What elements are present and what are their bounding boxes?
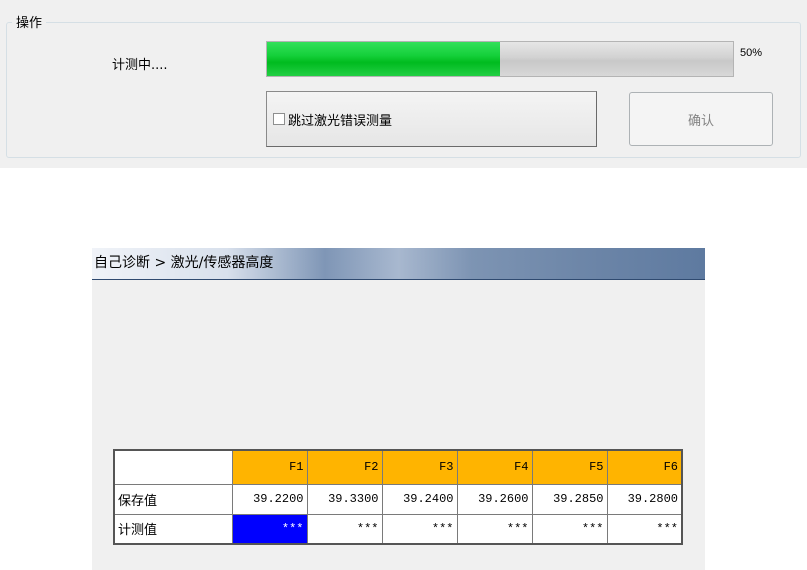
table-row: 计测值 *** *** *** *** *** *** (113, 513, 683, 545)
table-cell[interactable]: *** (606, 513, 683, 545)
table-row: 保存值 39.2200 39.3300 39.2400 39.2600 39.2… (113, 483, 683, 515)
column-header-f1[interactable]: F1 (231, 449, 308, 485)
table-cell[interactable]: *** (306, 513, 383, 545)
column-header-f2[interactable]: F2 (306, 449, 383, 485)
column-header-f4[interactable]: F4 (456, 449, 533, 485)
measurement-progress-bar (266, 41, 734, 77)
column-header-f5[interactable]: F5 (531, 449, 608, 485)
confirm-button[interactable]: 确认 (629, 92, 773, 146)
table-header-row: F1 F2 F3 F4 F5 F6 (113, 449, 683, 485)
column-header-f3[interactable]: F3 (381, 449, 458, 485)
table-cell[interactable]: *** (381, 513, 458, 545)
operation-group-title: 操作 (12, 12, 47, 31)
table-cell[interactable]: 39.2400 (381, 483, 458, 515)
table-cell[interactable]: *** (531, 513, 608, 545)
table-cell[interactable]: 39.2600 (456, 483, 533, 515)
table-cell-selected[interactable]: *** (231, 513, 308, 545)
table-cell[interactable]: *** (456, 513, 533, 545)
checkbox-unchecked-icon[interactable] (273, 113, 285, 125)
table-cell[interactable]: 39.3300 (306, 483, 383, 515)
operation-group: 操作 计测中.... 50% 跳过激光错误测量 确认 (0, 0, 807, 168)
progress-fill (267, 42, 500, 76)
breadcrumb: 自己诊断 > 激光/传感器高度 (94, 255, 274, 271)
diagnostic-header-bar: 自己诊断 > 激光/传感器高度 (92, 248, 705, 280)
skip-laser-error-label: 跳过激光错误测量 (288, 113, 393, 129)
diagnostic-panel: 自己诊断 > 激光/传感器高度 F1 F2 F3 F4 F5 F6 保存值 39… (92, 248, 705, 570)
progress-percent-label: 50% (740, 47, 763, 59)
row-label-measured: 计测值 (113, 513, 233, 545)
sensor-height-table: F1 F2 F3 F4 F5 F6 保存值 39.2200 39.3300 39… (113, 449, 683, 545)
table-cell[interactable]: 39.2800 (606, 483, 683, 515)
table-cell[interactable]: 39.2200 (231, 483, 308, 515)
row-label-saved: 保存值 (113, 483, 233, 515)
table-cell[interactable]: 39.2850 (531, 483, 608, 515)
measuring-status-label: 计测中.... (112, 58, 168, 73)
table-corner-cell (113, 449, 233, 485)
skip-laser-error-checkbox-button[interactable]: 跳过激光错误测量 (266, 91, 597, 147)
column-header-f6[interactable]: F6 (606, 449, 683, 485)
